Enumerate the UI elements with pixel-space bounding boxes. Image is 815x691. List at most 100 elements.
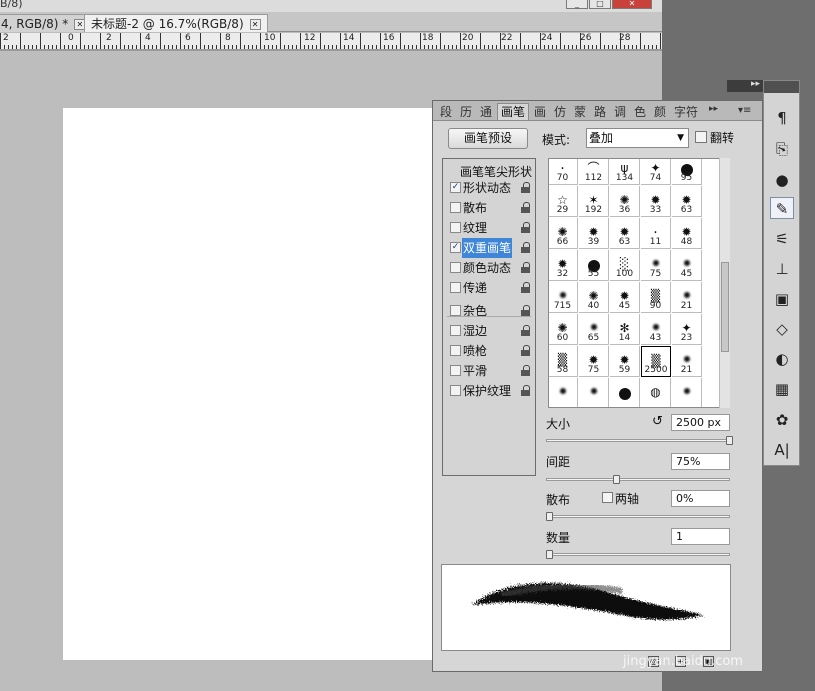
grid-icon[interactable]: ▦ bbox=[770, 378, 794, 400]
brush-tip-cell[interactable]: ✹ 39 bbox=[579, 218, 609, 249]
brush-tip-cell[interactable]: ▒ 90 bbox=[641, 282, 671, 313]
option-checkbox[interactable] bbox=[450, 305, 461, 316]
swatches-icon[interactable]: ● bbox=[770, 169, 794, 191]
scatter-field[interactable]: 0% bbox=[671, 490, 730, 507]
option-checkbox[interactable] bbox=[450, 325, 461, 336]
brush-tip-cell[interactable] bbox=[579, 378, 609, 407]
brush-tip-cell[interactable]: ψ 134 bbox=[610, 159, 640, 185]
document-tab[interactable]: 4, RGB/8) * ✕ bbox=[0, 14, 93, 32]
option-checkbox[interactable] bbox=[450, 222, 461, 233]
panel-tab[interactable]: 画笔 bbox=[497, 103, 530, 120]
spacing-field[interactable]: 75% bbox=[671, 453, 730, 470]
brush-option-item[interactable]: 散布 bbox=[443, 198, 535, 218]
dock-grip[interactable] bbox=[764, 81, 799, 93]
brush-tip-cell[interactable]: 715 bbox=[549, 282, 578, 313]
document-tab-active[interactable]: 未标题-2 @ 16.7%(RGB/8) ✕ bbox=[84, 14, 268, 32]
option-checkbox[interactable] bbox=[450, 385, 461, 396]
brush-tip-cell[interactable]: ✹ 48 bbox=[672, 218, 702, 249]
scrollbar-thumb[interactable] bbox=[721, 262, 729, 352]
brush-tip-cell[interactable]: ✻ 14 bbox=[610, 314, 640, 345]
brush-tip-cell[interactable]: ✹ 59 bbox=[610, 346, 640, 377]
brush-tip-cell[interactable]: ▒ 2500 bbox=[641, 346, 671, 377]
minimize-button[interactable]: _ bbox=[566, 0, 588, 9]
lock-icon[interactable] bbox=[521, 365, 531, 376]
brush-icon[interactable]: ✎ bbox=[770, 197, 794, 219]
option-checkbox[interactable] bbox=[450, 282, 461, 293]
panel-tab[interactable]: 仿 bbox=[553, 104, 567, 121]
brush-tip-cell[interactable] bbox=[610, 378, 640, 407]
brush-tip-cell[interactable]: 65 bbox=[579, 314, 609, 345]
document-canvas[interactable] bbox=[63, 108, 435, 660]
scatter-slider-track[interactable] bbox=[546, 515, 730, 518]
brush-option-item[interactable]: 纹理 bbox=[443, 218, 535, 238]
size-field[interactable]: 2500 px bbox=[671, 414, 730, 431]
panel-tab[interactable]: 路 bbox=[593, 104, 607, 121]
maximize-button[interactable]: □ bbox=[589, 0, 611, 9]
brush-grid-scrollbar[interactable] bbox=[719, 158, 730, 408]
option-checkbox[interactable] bbox=[450, 365, 461, 376]
clone-icon[interactable]: ⊥ bbox=[770, 258, 794, 280]
brush-tip-cell[interactable]: ✺ 60 bbox=[549, 314, 578, 345]
lock-icon[interactable] bbox=[521, 242, 531, 253]
character-icon[interactable]: A| bbox=[770, 439, 794, 461]
lock-icon[interactable] bbox=[521, 282, 531, 293]
brush-tip-cell[interactable]: ◍ bbox=[641, 378, 671, 407]
brush-tip-cell[interactable]: ░ 100 bbox=[610, 250, 640, 281]
brush-option-item[interactable]: 颜色动态 bbox=[443, 258, 535, 278]
brush-option-item[interactable]: 传递 bbox=[443, 278, 535, 298]
brush-tip-cell[interactable] bbox=[549, 378, 578, 407]
brush-option-item[interactable]: 湿边 bbox=[443, 321, 535, 341]
lock-icon[interactable] bbox=[521, 202, 531, 213]
both-axes-checkbox[interactable] bbox=[602, 492, 613, 503]
option-checkbox[interactable]: ✓ bbox=[450, 182, 461, 193]
option-checkbox[interactable] bbox=[450, 202, 461, 213]
count-slider-thumb[interactable] bbox=[546, 550, 553, 559]
spacing-slider-track[interactable] bbox=[546, 478, 730, 481]
palette-icon[interactable]: ✿ bbox=[770, 409, 794, 431]
brush-tip-cell[interactable]: ✶ 192 bbox=[579, 186, 609, 217]
lock-icon[interactable] bbox=[521, 182, 531, 193]
brush-presets-button[interactable]: 画笔预设 bbox=[448, 128, 528, 149]
brush-tip-cell[interactable]: ✦ 74 bbox=[641, 159, 671, 185]
panel-tab[interactable]: 色 bbox=[633, 104, 647, 121]
panel-tab[interactable]: 蒙 bbox=[573, 104, 587, 121]
count-slider-track[interactable] bbox=[546, 553, 730, 556]
panel-tab[interactable]: 通 bbox=[479, 104, 493, 121]
mask-icon[interactable]: ◐ bbox=[770, 348, 794, 370]
panel-tab[interactable]: 颜 bbox=[653, 104, 667, 121]
panel-tab[interactable]: 画 bbox=[533, 104, 547, 121]
brush-tip-cell[interactable]: 95 bbox=[672, 159, 702, 185]
close-button[interactable]: ✕ bbox=[612, 0, 652, 9]
lock-icon[interactable] bbox=[521, 222, 531, 233]
brush-tip-cell[interactable]: 21 bbox=[672, 346, 702, 377]
brush-option-item[interactable]: 杂色 bbox=[443, 301, 535, 321]
option-checkbox[interactable] bbox=[450, 262, 461, 273]
brush-tip-cell[interactable]: ☆ 29 bbox=[549, 186, 578, 217]
brush-tip-cell[interactable]: 21 bbox=[672, 282, 702, 313]
panel-tab[interactable]: 字符 bbox=[673, 104, 699, 121]
paragraph-icon[interactable]: ¶ bbox=[770, 107, 794, 129]
option-checkbox[interactable]: ✓ bbox=[450, 242, 461, 253]
brush-tip-cell[interactable]: 45 bbox=[672, 250, 702, 281]
brush-tip-cell[interactable]: ✹ 45 bbox=[610, 282, 640, 313]
option-checkbox[interactable] bbox=[450, 345, 461, 356]
brush-option-item[interactable]: 喷枪 bbox=[443, 341, 535, 361]
brush-tip-cell[interactable]: ✹ 33 bbox=[641, 186, 671, 217]
brush-tip-cell[interactable]: ✦ 23 bbox=[672, 314, 702, 345]
panel-more-icon[interactable]: ▸▸ bbox=[709, 104, 718, 114]
count-field[interactable]: 1 bbox=[671, 528, 730, 545]
lock-icon[interactable] bbox=[521, 305, 531, 316]
panel-tab[interactable]: 调 bbox=[613, 104, 627, 121]
brush-option-item[interactable]: ✓ 形状动态 bbox=[443, 178, 535, 198]
close-tab-icon[interactable]: ✕ bbox=[249, 19, 261, 30]
panel-tab[interactable]: 历 bbox=[459, 104, 473, 121]
transform-icon[interactable]: ◇ bbox=[770, 318, 794, 340]
brush-option-item[interactable]: ✓ 双重画笔 bbox=[443, 238, 535, 258]
history-icon[interactable]: ⎘ bbox=[770, 138, 794, 160]
brush-tip-cell[interactable]: · 11 bbox=[641, 218, 671, 249]
brush-tip-cell[interactable]: ✺ 66 bbox=[549, 218, 578, 249]
panel-tab[interactable]: 段 bbox=[439, 104, 453, 121]
lock-icon[interactable] bbox=[521, 262, 531, 273]
brush-tip-cell[interactable]: 55 bbox=[579, 250, 609, 281]
size-slider-track[interactable] bbox=[546, 439, 730, 442]
